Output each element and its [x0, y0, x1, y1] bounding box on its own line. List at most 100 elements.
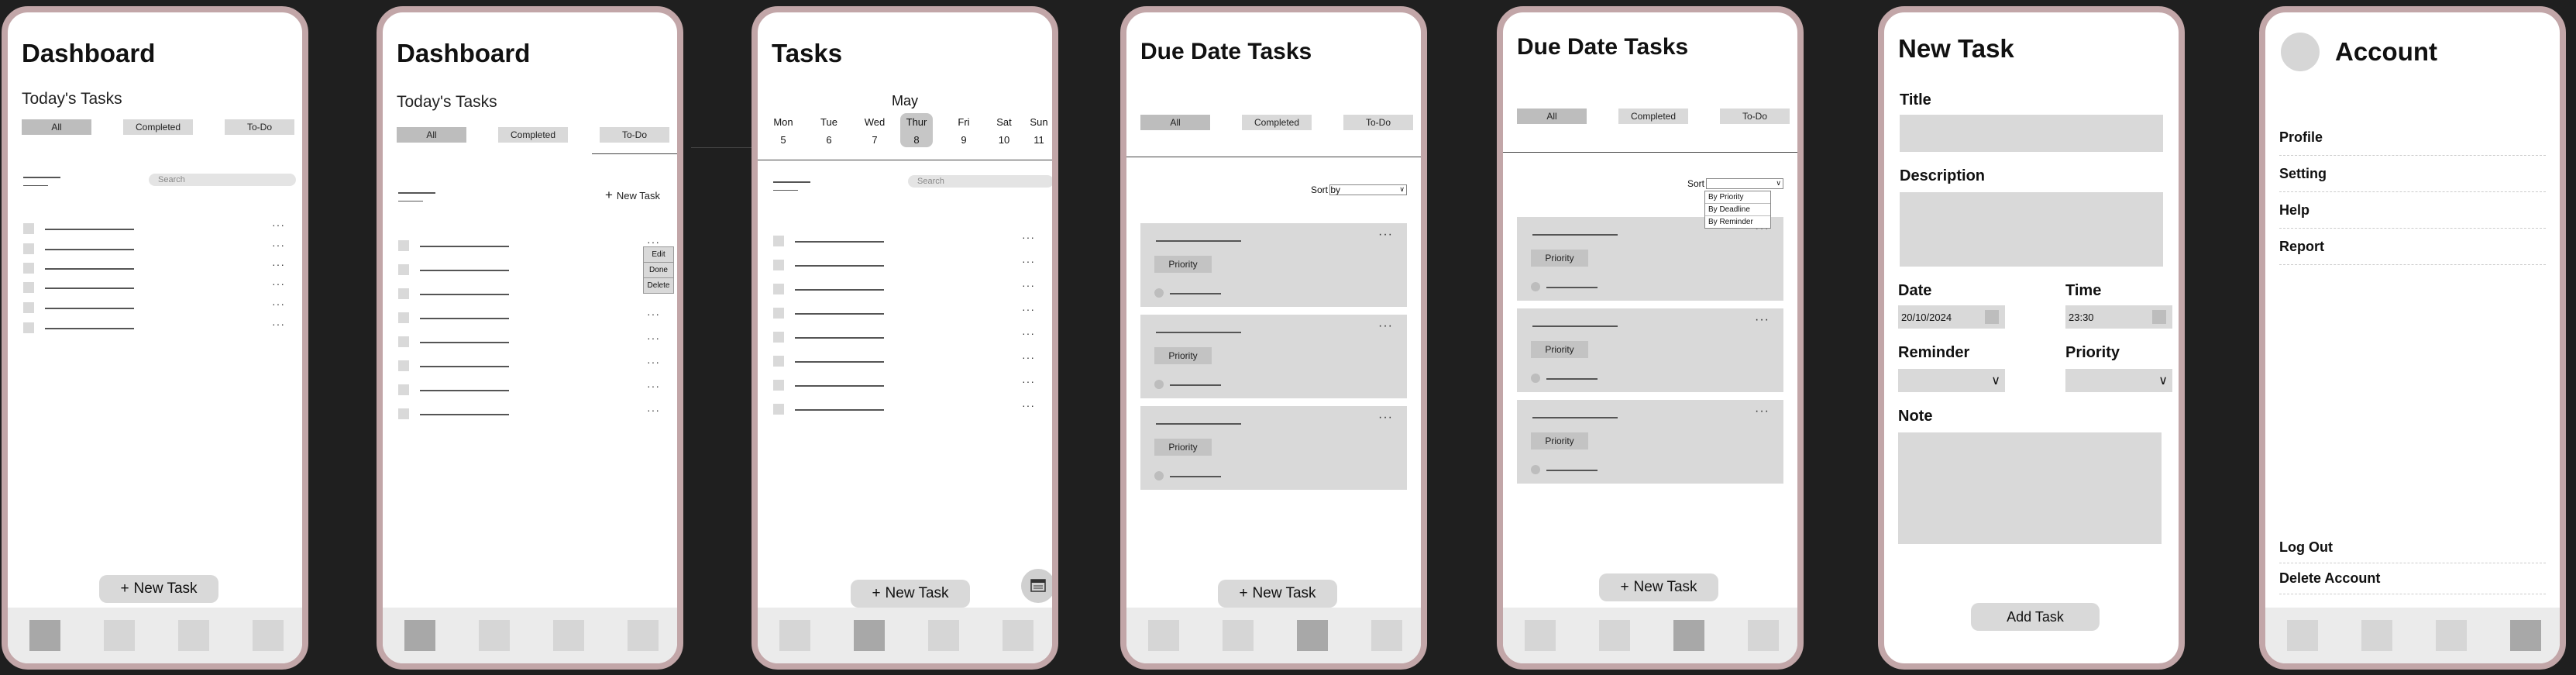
chip-all[interactable]: All	[397, 127, 466, 143]
avatar[interactable]	[2281, 33, 2320, 71]
list-item[interactable]: ···	[773, 375, 1035, 391]
day-thur-selected[interactable]: Thur 8	[900, 113, 933, 147]
list-item[interactable]: ···	[773, 303, 1035, 319]
day-mon[interactable]: Mon 5	[764, 116, 803, 146]
tab-home-icon[interactable]	[29, 620, 60, 651]
calendar-icon[interactable]	[1985, 310, 1999, 324]
more-icon[interactable]: ···	[1755, 313, 1769, 327]
list-item[interactable]: ···	[773, 279, 1035, 294]
day-sat[interactable]: Sat 10	[985, 116, 1023, 146]
day-tue[interactable]: Tue 6	[810, 116, 848, 146]
more-icon[interactable]: ···	[647, 380, 660, 392]
more-icon[interactable]: ···	[272, 219, 285, 231]
add-task-button[interactable]: Add Task	[1971, 603, 2100, 631]
menu-item-setting[interactable]: Setting	[2279, 156, 2546, 192]
list-item[interactable]: ···	[398, 308, 660, 323]
list-item[interactable]: ···	[23, 258, 285, 274]
sort-option-priority[interactable]: By Priority	[1705, 191, 1770, 204]
checkbox[interactable]	[773, 260, 784, 270]
new-task-button[interactable]: + New Task	[99, 575, 218, 603]
more-icon[interactable]: ···	[272, 298, 285, 310]
chip-all[interactable]: All	[1140, 115, 1210, 130]
task-card[interactable]: ··· Priority	[1140, 223, 1407, 307]
task-card[interactable]: ··· Priority	[1140, 406, 1407, 490]
list-item[interactable]: ···	[23, 219, 285, 234]
list-item[interactable]: ···	[398, 356, 660, 371]
chip-completed[interactable]: Completed	[123, 119, 193, 135]
new-task-link[interactable]: + New Task	[605, 188, 660, 203]
menu-item-help[interactable]: Help	[2279, 192, 2546, 229]
clock-icon[interactable]	[2152, 310, 2166, 324]
checkbox[interactable]	[398, 408, 409, 419]
reminder-select[interactable]: ∨	[1898, 369, 2005, 392]
more-icon[interactable]: ···	[1022, 375, 1035, 387]
chip-todo[interactable]: To-Do	[1343, 115, 1413, 130]
checkbox[interactable]	[398, 360, 409, 371]
list-item[interactable]: ···	[23, 277, 285, 293]
list-item[interactable]: ···	[773, 255, 1035, 270]
more-icon[interactable]: ···	[272, 277, 285, 290]
chip-completed[interactable]: Completed	[1242, 115, 1312, 130]
sort-select[interactable]: ∨	[1706, 178, 1783, 189]
menu-icon[interactable]	[773, 181, 810, 198]
more-icon[interactable]: ···	[1022, 279, 1035, 291]
logout-button[interactable]: Log Out	[2279, 532, 2546, 563]
note-field[interactable]	[1898, 432, 2162, 544]
more-icon[interactable]: ···	[1022, 327, 1035, 339]
day-sun[interactable]: Sun 11	[1020, 116, 1052, 146]
tab-calendar-icon[interactable]	[178, 620, 209, 651]
new-task-button[interactable]: + New Task	[1218, 580, 1337, 608]
search-input[interactable]: Search	[149, 174, 296, 186]
more-icon[interactable]: ···	[1022, 255, 1035, 267]
checkbox[interactable]	[398, 312, 409, 323]
tab-tasks-icon[interactable]	[479, 620, 510, 651]
sort-option-deadline[interactable]: By Deadline	[1705, 204, 1770, 216]
new-task-button[interactable]: + New Task	[851, 580, 970, 608]
list-item[interactable]: ···	[398, 284, 660, 299]
list-item[interactable]: ···	[773, 231, 1035, 246]
tab-home-icon[interactable]	[2287, 620, 2318, 651]
list-item[interactable]: ···	[398, 236, 660, 251]
list-item[interactable]: ···	[398, 404, 660, 419]
chip-todo[interactable]: To-Do	[1720, 108, 1790, 124]
more-icon[interactable]: ···	[1022, 231, 1035, 243]
task-card[interactable]: ··· Priority	[1517, 400, 1783, 484]
checkbox[interactable]	[23, 223, 34, 234]
list-item[interactable]: ···	[23, 239, 285, 254]
more-icon[interactable]: ···	[272, 318, 285, 330]
list-item[interactable]: ···	[23, 298, 285, 313]
list-item[interactable]: ···	[398, 332, 660, 347]
more-icon[interactable]: ···	[647, 356, 660, 368]
menu-icon[interactable]	[23, 177, 60, 193]
more-icon[interactable]: ···	[1022, 303, 1035, 315]
search-input[interactable]: Search	[908, 175, 1052, 188]
checkbox[interactable]	[23, 263, 34, 274]
tab-home-icon[interactable]	[404, 620, 435, 651]
day-wed[interactable]: Wed 7	[855, 116, 894, 146]
list-item[interactable]: ···	[773, 327, 1035, 343]
more-icon[interactable]: ···	[1755, 405, 1769, 418]
chip-all[interactable]: All	[1517, 108, 1587, 124]
tab-account-icon[interactable]	[2510, 620, 2541, 651]
list-item[interactable]: ···	[23, 318, 285, 333]
tab-tasks-icon[interactable]	[854, 620, 885, 651]
tab-account-icon[interactable]	[1371, 620, 1402, 651]
delete-account-button[interactable]: Delete Account	[2279, 563, 2546, 594]
chip-todo[interactable]: To-Do	[225, 119, 294, 135]
tab-account-icon[interactable]	[1003, 620, 1033, 651]
time-field[interactable]: 23:30	[2065, 305, 2172, 329]
checkbox[interactable]	[773, 404, 784, 415]
checkbox[interactable]	[773, 236, 784, 246]
checkbox[interactable]	[773, 308, 784, 319]
menu-item-profile[interactable]: Profile	[2279, 119, 2546, 156]
description-field[interactable]	[1900, 192, 2163, 267]
checkbox[interactable]	[773, 332, 784, 343]
checkbox[interactable]	[398, 288, 409, 299]
tab-home-icon[interactable]	[779, 620, 810, 651]
chip-completed[interactable]: Completed	[1618, 108, 1688, 124]
list-item[interactable]: ···	[773, 399, 1035, 415]
checkbox[interactable]	[23, 243, 34, 254]
more-icon[interactable]: ···	[1378, 228, 1393, 242]
sort-option-reminder[interactable]: By Reminder	[1705, 216, 1770, 228]
checkbox[interactable]	[23, 282, 34, 293]
